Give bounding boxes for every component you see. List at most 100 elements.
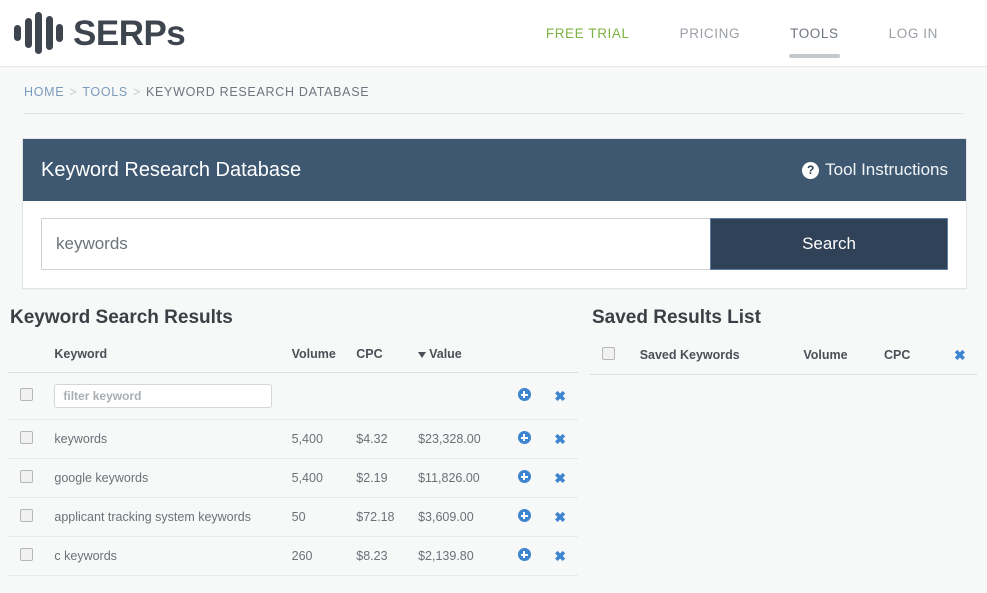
cell-value: $23,328.00 [414, 419, 507, 459]
filter-row-add-cell [506, 372, 543, 420]
row-add-cell [506, 497, 543, 537]
row-remove-cell: ✖ [542, 458, 578, 498]
keyword-search-results-panel: Keyword Search Results Keyword Volume CP… [8, 307, 578, 576]
column-header-keyword[interactable]: Keyword [50, 341, 288, 373]
column-header-volume[interactable]: Volume [287, 341, 353, 373]
cell-keyword: keywords [50, 419, 288, 459]
results-area: Keyword Search Results Keyword Volume CP… [0, 307, 987, 576]
keyword-results-table: Keyword Volume CPC Value filter keyword … [8, 341, 578, 576]
filter-row-checkbox-cell [8, 372, 51, 420]
row-remove-cell: ✖ [542, 536, 578, 576]
remove-x-icon[interactable]: ✖ [554, 549, 566, 563]
nav-item-log-in[interactable]: LOG IN [864, 0, 963, 67]
clear-x-icon[interactable]: ✖ [954, 348, 966, 362]
row-checkbox[interactable] [20, 509, 33, 522]
row-checkbox[interactable] [20, 548, 33, 561]
breadcrumb-separator-1: > [69, 85, 78, 99]
table-row: google keywords 5,400 $2.19 $11,826.00 ✖ [8, 458, 578, 498]
add-circle-icon[interactable] [517, 548, 531, 561]
nav-item-free-trial[interactable]: FREE TRIAL [521, 0, 655, 67]
cell-value: $3,609.00 [414, 497, 507, 537]
sort-descending-icon [418, 351, 427, 358]
saved-select-all-checkbox[interactable] [602, 347, 615, 360]
row-checkbox-cell [8, 458, 51, 498]
table-row: applicant tracking system keywords 50 $7… [8, 497, 578, 537]
cell-keyword: applicant tracking system keywords [50, 497, 288, 537]
nav-item-tools[interactable]: TOOLS [765, 0, 864, 67]
tool-panel-header: Keyword Research Database ? Tool Instruc… [23, 139, 966, 201]
remove-x-icon[interactable]: ✖ [554, 432, 566, 446]
saved-table-header-row: Saved Keywords Volume CPC ✖ [590, 341, 977, 375]
column-header-value[interactable]: Value [414, 341, 507, 373]
saved-column-header-volume[interactable]: Volume [799, 341, 880, 375]
nav-item-pricing[interactable]: PRICING [655, 0, 765, 67]
filter-row: ✖ [8, 372, 578, 420]
cell-volume: 5,400 [287, 419, 353, 459]
saved-column-header-cpc[interactable]: CPC [880, 341, 943, 375]
filter-keyword-input[interactable] [54, 384, 273, 408]
row-checkbox-cell [8, 419, 51, 459]
tool-panel: Keyword Research Database ? Tool Instruc… [22, 138, 967, 289]
filter-row-remove-cell: ✖ [542, 372, 578, 420]
brand-logo[interactable]: SERPs [14, 12, 186, 54]
keyword-search-input[interactable] [41, 218, 710, 270]
remove-x-icon[interactable]: ✖ [554, 471, 566, 485]
table-row: c keywords 260 $8.23 $2,139.80 ✖ [8, 536, 578, 576]
select-all-header [8, 341, 51, 373]
cell-cpc: $4.32 [352, 419, 415, 459]
row-checkbox[interactable] [20, 470, 33, 483]
cell-cpc: $72.18 [352, 497, 415, 537]
keyword-results-body: ✖ keywords 5,400 $4.32 $23,328.00 [8, 372, 578, 576]
site-header: SERPs FREE TRIAL PRICING TOOLS LOG IN [0, 0, 987, 67]
row-checkbox-cell [8, 497, 51, 537]
brand-name: SERPs [73, 13, 186, 53]
filter-row-checkbox[interactable] [20, 388, 33, 401]
search-bar: Search [23, 201, 966, 288]
cell-volume: 5,400 [287, 458, 353, 498]
keyword-search-results-title: Keyword Search Results [10, 307, 233, 328]
remove-x-icon[interactable]: ✖ [554, 389, 566, 403]
page-title: Keyword Research Database [41, 158, 302, 181]
row-checkbox-cell [8, 536, 51, 576]
cell-keyword: c keywords [50, 536, 288, 576]
cell-value: $11,826.00 [414, 458, 507, 498]
tool-instructions-link[interactable]: ? Tool Instructions [802, 160, 948, 180]
saved-results-table: Saved Keywords Volume CPC ✖ [590, 341, 977, 375]
column-header-remove [542, 341, 578, 373]
cell-cpc: $2.19 [352, 458, 415, 498]
row-remove-cell: ✖ [542, 419, 578, 459]
remove-x-icon[interactable]: ✖ [554, 510, 566, 524]
cell-value: $2,139.80 [414, 536, 507, 576]
breadcrumb-current: KEYWORD RESEARCH DATABASE [145, 85, 370, 99]
waveform-logo-icon [14, 12, 63, 54]
saved-select-all-header [590, 341, 636, 375]
column-header-add [506, 341, 543, 373]
tool-instructions-label: Tool Instructions [825, 160, 948, 179]
column-header-value-label: Value [429, 347, 462, 361]
table-row: keywords 5,400 $4.32 $23,328.00 ✖ [8, 419, 578, 459]
add-circle-icon[interactable] [517, 388, 531, 401]
row-checkbox[interactable] [20, 431, 33, 444]
breadcrumb-home[interactable]: HOME [24, 85, 64, 99]
add-circle-icon[interactable] [517, 431, 531, 444]
row-add-cell [506, 536, 543, 576]
breadcrumb-wrap: HOME > TOOLS > KEYWORD RESEARCH DATABASE [0, 67, 987, 114]
column-header-cpc[interactable]: CPC [352, 341, 415, 373]
main-nav: FREE TRIAL PRICING TOOLS LOG IN [521, 0, 963, 67]
breadcrumb: HOME > TOOLS > KEYWORD RESEARCH DATABASE [24, 85, 963, 114]
search-button[interactable]: Search [710, 218, 948, 270]
saved-column-header-keyword[interactable]: Saved Keywords [635, 341, 800, 375]
row-add-cell [506, 458, 543, 498]
add-circle-icon[interactable] [517, 509, 531, 522]
breadcrumb-tools[interactable]: TOOLS [82, 85, 128, 99]
saved-results-title: Saved Results List [592, 307, 761, 328]
cell-cpc: $8.23 [352, 536, 415, 576]
row-remove-cell: ✖ [542, 497, 578, 537]
row-add-cell [506, 419, 543, 459]
saved-clear-header: ✖ [942, 341, 977, 375]
filter-input-cell [50, 372, 507, 420]
saved-results-panel: Saved Results List Saved Keywords Volume… [590, 307, 977, 576]
cell-keyword: google keywords [50, 458, 288, 498]
add-circle-icon[interactable] [517, 470, 531, 483]
table-header-row: Keyword Volume CPC Value [8, 341, 578, 373]
